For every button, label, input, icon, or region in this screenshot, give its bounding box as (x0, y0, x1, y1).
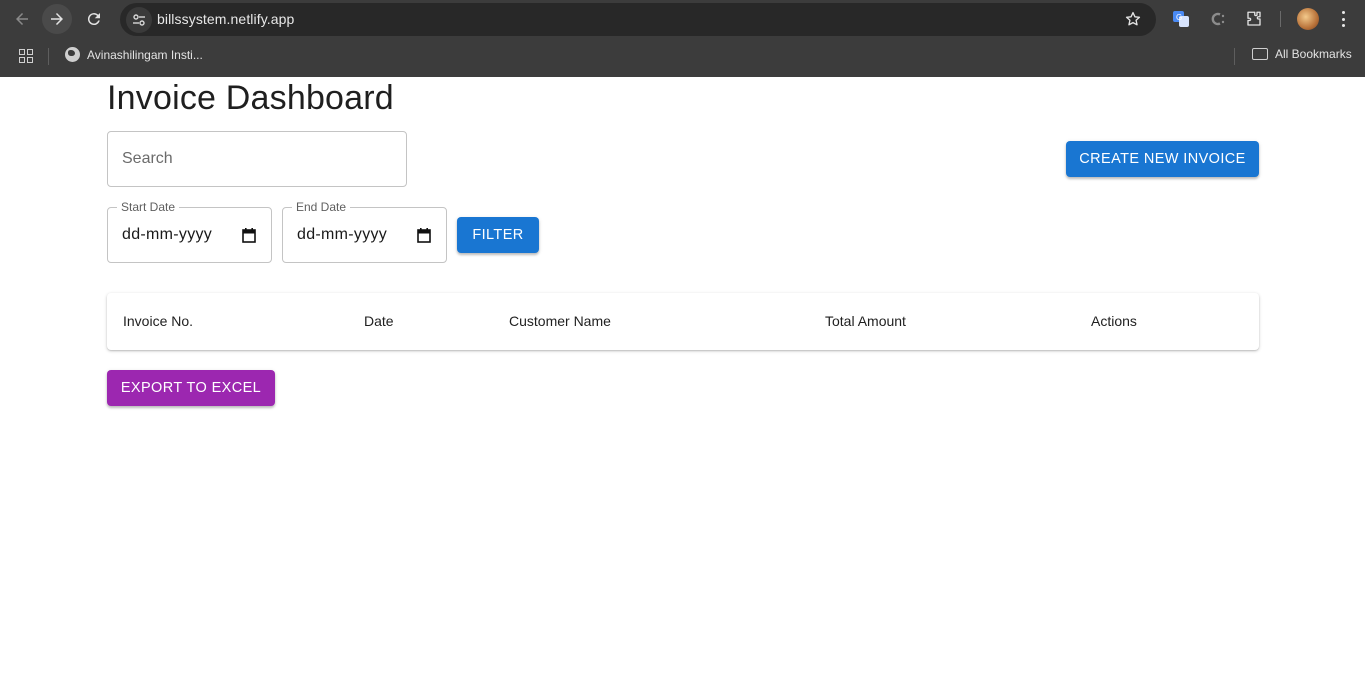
start-date-label: Start Date (117, 200, 180, 214)
google-translate-icon[interactable]: G (1171, 9, 1191, 29)
browser-chrome: billssystem.netlify.app G Avinashilingam… (0, 0, 1365, 77)
bookmark-star-icon[interactable] (1124, 10, 1142, 28)
column-header-total-amount: Total Amount (825, 313, 906, 329)
column-header-invoice-no: Invoice No. (123, 313, 194, 329)
create-new-invoice-button[interactable]: CREATE NEW INVOICE (1066, 141, 1259, 177)
browser-menu-icon[interactable] (1336, 9, 1350, 29)
reload-icon (87, 13, 100, 26)
site-info-icon[interactable] (126, 7, 152, 33)
calendar-icon[interactable] (417, 228, 431, 243)
back-arrow-icon (16, 13, 28, 25)
tune-icon (133, 14, 145, 26)
all-bookmarks[interactable]: All Bookmarks (1252, 47, 1352, 61)
extensions-puzzle-icon[interactable] (1244, 9, 1264, 29)
start-date-field[interactable]: Start Date dd-mm-yyyy (107, 200, 272, 263)
toolbar-divider (1280, 11, 1281, 27)
forward-button[interactable] (42, 4, 72, 34)
bookmark-label: Avinashilingam Insti... (87, 47, 203, 62)
end-date-value[interactable]: dd-mm-yyyy (297, 226, 387, 244)
svg-text:G: G (1176, 13, 1182, 22)
bookmarks-divider (48, 48, 49, 65)
search-field[interactable] (107, 131, 407, 187)
filter-button[interactable]: FILTER (457, 217, 539, 253)
bookmark-item[interactable]: Avinashilingam Insti... (65, 47, 203, 62)
extension-c-icon[interactable] (1208, 9, 1228, 29)
forward-arrow-icon (51, 13, 63, 25)
reload-button[interactable] (79, 4, 109, 34)
folder-icon (1252, 48, 1268, 60)
search-input[interactable] (108, 132, 406, 186)
all-bookmarks-label: All Bookmarks (1275, 47, 1352, 61)
page-content: Invoice Dashboard CREATE NEW INVOICE Sta… (0, 77, 1365, 675)
calendar-icon[interactable] (242, 228, 256, 243)
invoice-table: Invoice No. Date Customer Name Total Amo… (107, 293, 1259, 350)
browser-toolbar: billssystem.netlify.app G (0, 0, 1365, 38)
column-header-date: Date (364, 313, 394, 329)
bookmarks-bar: Avinashilingam Insti... All Bookmarks (0, 38, 1365, 77)
address-bar[interactable]: billssystem.netlify.app (120, 3, 1156, 36)
bookmarks-divider (1234, 48, 1235, 65)
profile-avatar[interactable] (1297, 8, 1319, 30)
column-header-actions: Actions (1091, 313, 1137, 329)
end-date-field[interactable]: End Date dd-mm-yyyy (282, 200, 447, 263)
apps-grid-icon[interactable] (19, 49, 33, 63)
end-date-label: End Date (292, 200, 351, 214)
page-title: Invoice Dashboard (107, 79, 394, 117)
globe-icon (65, 47, 80, 62)
back-button[interactable] (7, 4, 37, 34)
export-to-excel-button[interactable]: EXPORT TO EXCEL (107, 370, 275, 406)
start-date-value[interactable]: dd-mm-yyyy (122, 226, 212, 244)
column-header-customer-name: Customer Name (509, 313, 611, 329)
url-text[interactable]: billssystem.netlify.app (157, 11, 294, 27)
